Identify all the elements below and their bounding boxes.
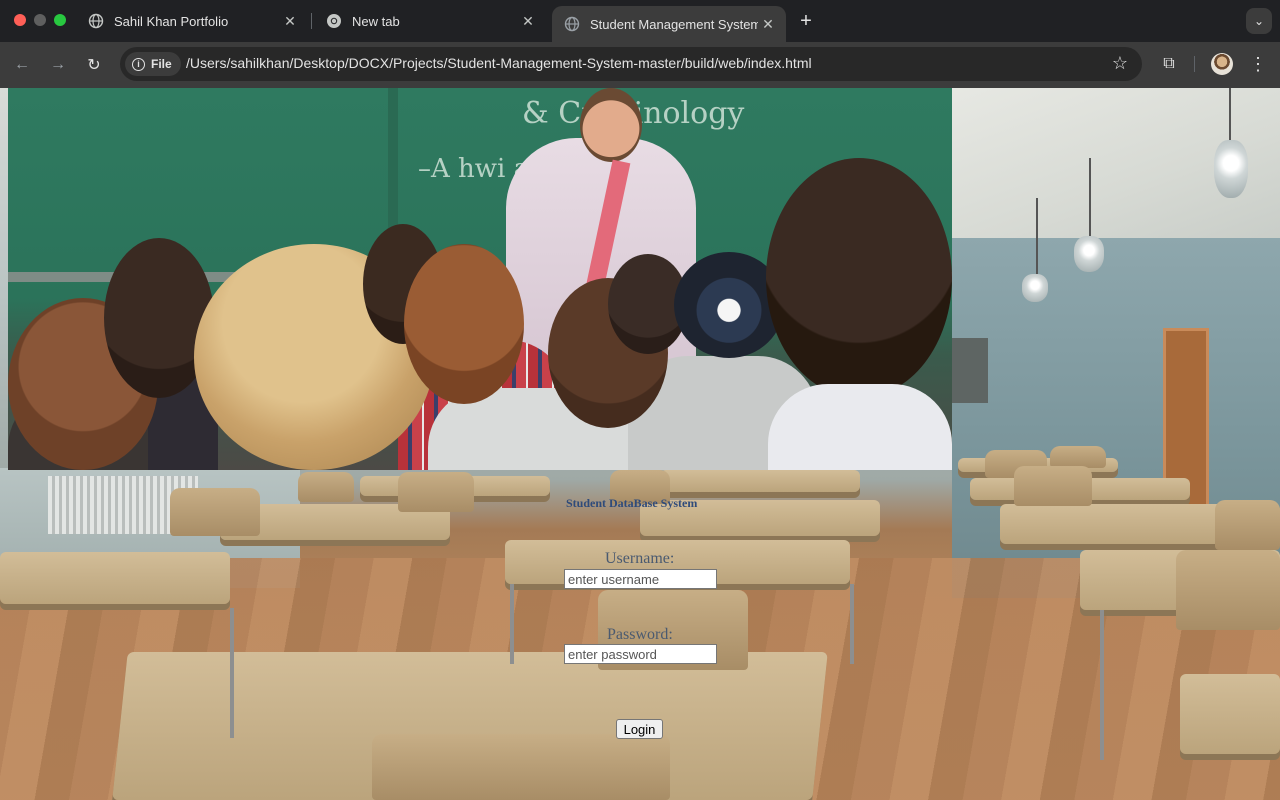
chrome-icon bbox=[326, 13, 342, 29]
login-form: Student DataBase System Username: Passwo… bbox=[0, 88, 1280, 800]
tab-student-management-system[interactable]: Student Management System ✕ bbox=[552, 6, 786, 42]
site-info-chip[interactable]: i File bbox=[125, 52, 181, 76]
minimize-window-button[interactable] bbox=[34, 14, 46, 26]
back-arrow-icon[interactable]: ← bbox=[10, 53, 34, 77]
login-button[interactable]: Login bbox=[616, 719, 663, 739]
tab-close-icon[interactable]: ✕ bbox=[758, 14, 778, 34]
url-text[interactable]: /Users/sahilkhan/Desktop/DOCX/Projects/S… bbox=[186, 55, 812, 71]
tab-title: Student Management System bbox=[590, 16, 758, 32]
chip-label: File bbox=[151, 57, 172, 71]
extensions-icon[interactable]: ⧉ bbox=[1158, 53, 1180, 75]
globe-icon bbox=[88, 13, 104, 29]
tab-sahil-khan-portfolio[interactable]: Sahil Khan Portfolio ✕ bbox=[76, 6, 308, 36]
globe-icon bbox=[564, 16, 580, 32]
tab-close-icon[interactable]: ✕ bbox=[518, 11, 538, 31]
close-window-button[interactable] bbox=[14, 14, 26, 26]
tab-title: New tab bbox=[352, 13, 400, 29]
password-input[interactable] bbox=[564, 644, 717, 664]
password-label: Password: bbox=[607, 626, 673, 643]
toolbar-separator bbox=[1194, 56, 1195, 72]
address-bar[interactable]: i File /Users/sahilkhan/Desktop/DOCX/Pro… bbox=[120, 47, 1142, 81]
forward-arrow-icon[interactable]: → bbox=[46, 53, 70, 77]
browser-menu-icon[interactable]: ⋮ bbox=[1248, 52, 1268, 76]
tab-search-icon[interactable]: ⌄ bbox=[1246, 8, 1272, 34]
page-viewport: & Criminology –A hwi ate mis sous Studen… bbox=[0, 88, 1280, 800]
tab-title: Sahil Khan Portfolio bbox=[114, 13, 229, 29]
browser-toolbar: ← → ↻ i File /Users/sahilkhan/Desktop/DO… bbox=[0, 42, 1280, 88]
reload-icon[interactable]: ↻ bbox=[82, 53, 106, 77]
new-tab-button[interactable]: + bbox=[794, 9, 818, 33]
username-label: Username: bbox=[605, 550, 675, 567]
tab-close-icon[interactable]: ✕ bbox=[280, 11, 300, 31]
maximize-window-button[interactable] bbox=[54, 14, 66, 26]
info-icon: i bbox=[132, 57, 145, 71]
bookmark-star-icon[interactable]: ☆ bbox=[1112, 53, 1128, 74]
tab-strip: Sahil Khan Portfolio ✕ New tab ✕ Student… bbox=[0, 0, 1280, 42]
tab-separator bbox=[311, 13, 312, 29]
username-input[interactable] bbox=[564, 569, 717, 589]
tab-new-tab[interactable]: New tab ✕ bbox=[314, 6, 546, 36]
profile-avatar[interactable] bbox=[1211, 53, 1233, 75]
page-title: Student DataBase System bbox=[566, 496, 698, 510]
